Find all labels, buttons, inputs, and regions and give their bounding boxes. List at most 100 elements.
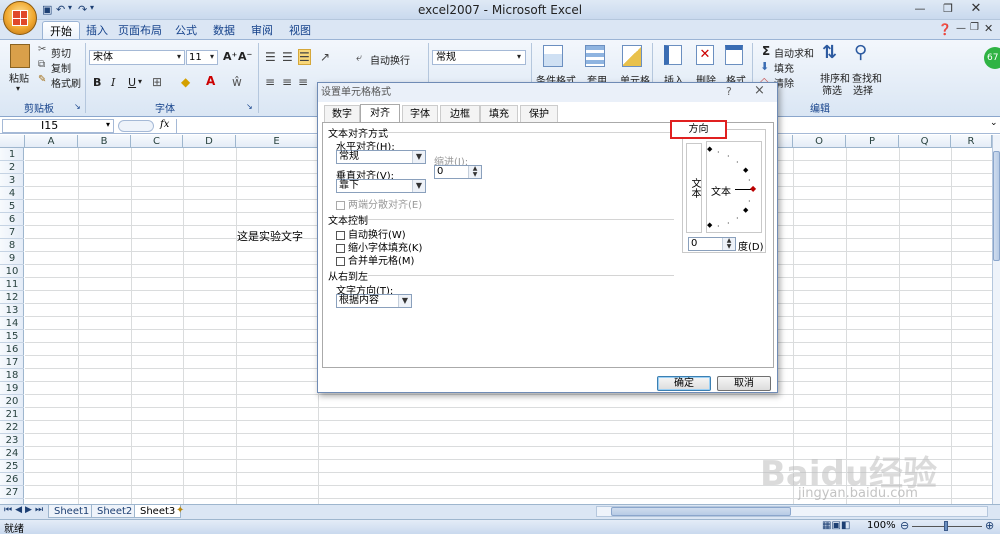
vertical-scroll-thumb[interactable] (993, 151, 1000, 261)
row-header[interactable]: 13 (0, 304, 24, 317)
underline-dropdown-icon[interactable]: ▾ (138, 77, 142, 86)
name-box-dropdown-icon[interactable]: ▾ (106, 120, 110, 129)
column-header[interactable]: C (131, 135, 183, 148)
dial-handle[interactable]: ◆ (750, 184, 756, 193)
copy-button[interactable]: 复制 (51, 60, 71, 75)
vertical-scrollbar[interactable] (992, 135, 1000, 504)
dialog-help-button[interactable]: ? (726, 85, 732, 98)
row-header[interactable]: 5 (0, 200, 24, 213)
font-color-icon[interactable]: A (206, 74, 215, 88)
row-header[interactable]: 15 (0, 330, 24, 343)
font-name-dropdown-icon[interactable]: ▾ (177, 52, 181, 61)
degrees-spinner[interactable]: 0 ▲ ▼ (688, 237, 736, 251)
cancel-button[interactable]: 取消 (717, 376, 771, 391)
borders-icon[interactable]: ⊞ (152, 75, 162, 89)
fill-icon[interactable]: ⬇ (760, 60, 769, 73)
insert-function-button[interactable]: fx (160, 119, 169, 130)
align-bottom-icon[interactable]: ☰ (298, 49, 311, 65)
font-name-box[interactable]: 宋体 (89, 50, 185, 65)
align-left-icon[interactable]: ≡ (265, 75, 275, 89)
ribbon-minimize-icon[interactable]: — (956, 23, 966, 34)
column-header[interactable]: R (951, 135, 992, 148)
paste-icon[interactable] (10, 44, 30, 68)
column-header[interactable]: O (793, 135, 846, 148)
row-header[interactable]: 14 (0, 317, 24, 330)
format-painter-icon[interactable]: ✎ (38, 74, 46, 85)
column-header[interactable]: Q (899, 135, 951, 148)
tab-page-layout[interactable]: 页面布局 (114, 21, 166, 40)
expand-formula-icon[interactable]: ⌄ (990, 118, 998, 128)
vertical-text-box[interactable]: 文本 (686, 143, 702, 233)
column-header[interactable]: A (25, 135, 78, 148)
workbook-close-icon[interactable]: ✕ (984, 22, 993, 35)
horizontal-scroll-thumb[interactable] (611, 507, 791, 516)
insert-sheet-icon[interactable]: ✦ (176, 505, 184, 516)
zoom-out-icon[interactable]: ⊖ (900, 519, 909, 532)
zoom-level[interactable]: 100% (867, 520, 896, 531)
row-header[interactable]: 22 (0, 421, 24, 434)
insert-cells-icon[interactable] (664, 45, 682, 65)
select-button[interactable]: 选择 (853, 82, 873, 97)
dialog-tab-fill[interactable]: 填充 (480, 105, 518, 122)
tab-view[interactable]: 视图 (282, 21, 318, 40)
row-header[interactable]: 11 (0, 278, 24, 291)
row-header[interactable]: 25 (0, 460, 24, 473)
row-header[interactable]: 16 (0, 343, 24, 356)
tab-home[interactable]: 开始 (42, 21, 80, 40)
italic-button[interactable]: I (111, 76, 115, 89)
phonetic-icon[interactable]: ŵ (232, 75, 242, 89)
orientation-icon[interactable]: ↗ (320, 50, 330, 64)
column-header[interactable]: E (236, 135, 318, 148)
wrap-text-button[interactable]: 自动换行 (370, 52, 410, 67)
ribbon-restore-icon[interactable]: ❐ (970, 22, 979, 33)
row-header[interactable]: 27 (0, 486, 24, 499)
filter-button[interactable]: 筛选 (822, 82, 842, 97)
sheet-tab[interactable]: Sheet2 (91, 505, 139, 518)
row-header[interactable]: 23 (0, 434, 24, 447)
row-header[interactable]: 19 (0, 382, 24, 395)
row-header[interactable]: 26 (0, 473, 24, 486)
format-cells-icon[interactable] (725, 45, 743, 65)
close-button[interactable]: ✕ (962, 0, 990, 18)
indent-spinner[interactable]: 0 ▲ ▼ (434, 165, 482, 179)
row-header[interactable]: 3 (0, 174, 24, 187)
tab-data[interactable]: 数据 (206, 21, 242, 40)
tab-formulas[interactable]: 公式 (168, 21, 204, 40)
dialog-tab-protection[interactable]: 保护 (520, 105, 558, 122)
select-all-corner[interactable] (0, 135, 25, 148)
clipboard-launcher-icon[interactable]: ↘ (74, 102, 81, 111)
row-header[interactable]: 4 (0, 187, 24, 200)
column-header[interactable]: D (183, 135, 236, 148)
conditional-format-icon[interactable] (543, 45, 563, 67)
format-painter-button[interactable]: 格式刷 (51, 75, 81, 90)
dialog-tab-number[interactable]: 数字 (324, 105, 360, 122)
cut-icon[interactable]: ✂ (38, 44, 46, 55)
sort-filter-icon[interactable]: ⇅ (822, 42, 837, 63)
orientation-dial[interactable]: ◆ · · · ◆ · 文本 ◆ · ◆ · · · ◆ (706, 141, 762, 233)
sheet-tab[interactable]: Sheet1 (48, 505, 96, 518)
align-middle-icon[interactable]: ☰ (282, 50, 293, 64)
row-header[interactable]: 10 (0, 265, 24, 278)
name-box[interactable]: I15 (2, 119, 114, 133)
grow-font-icon[interactable]: A⁺ (223, 50, 237, 63)
autosum-icon[interactable]: Σ (762, 44, 770, 58)
cell-styles-icon[interactable] (622, 45, 642, 67)
row-header[interactable]: 24 (0, 447, 24, 460)
copy-icon[interactable]: ⧉ (38, 59, 45, 70)
number-format-dropdown-icon[interactable]: ▾ (517, 52, 521, 61)
dialog-tab-border[interactable]: 边框 (440, 105, 480, 122)
tab-review[interactable]: 审阅 (244, 21, 280, 40)
row-header[interactable]: 17 (0, 356, 24, 369)
fill-color-icon[interactable]: ◆ (181, 75, 190, 89)
cell-e7-text[interactable]: 这是实验文字 (237, 228, 303, 244)
h-align-select[interactable]: 常规 ▼ (336, 150, 426, 164)
font-launcher-icon[interactable]: ↘ (246, 102, 253, 111)
sheet-tab-active[interactable]: Sheet3 (134, 505, 182, 518)
fill-button[interactable]: 填充 (774, 60, 794, 75)
column-header[interactable]: P (846, 135, 899, 148)
row-header[interactable]: 18 (0, 369, 24, 382)
merge-cells-checkbox[interactable]: 合并单元格(M) (336, 252, 414, 267)
bold-button[interactable]: B (93, 76, 101, 89)
align-right-icon[interactable]: ≡ (298, 75, 308, 89)
row-header[interactable]: 6 (0, 213, 24, 226)
